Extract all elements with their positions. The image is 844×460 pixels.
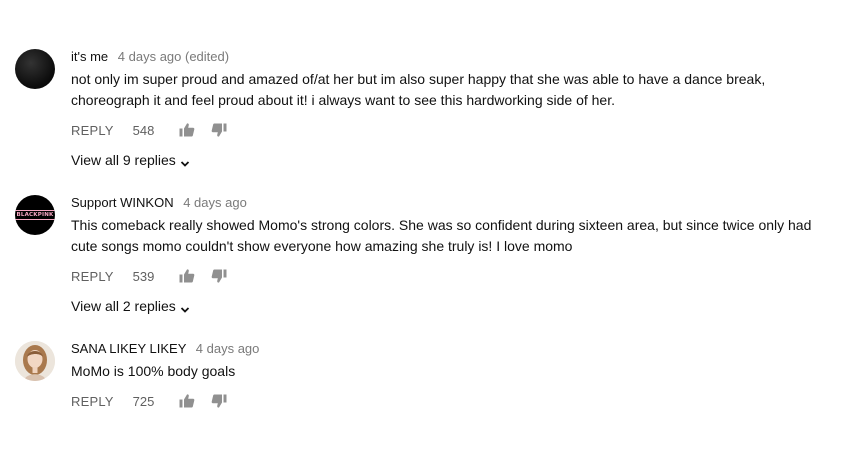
reply-button[interactable]: REPLY: [71, 123, 114, 138]
view-replies-label: View all 2 replies: [71, 298, 176, 314]
chevron-down-icon: [180, 155, 190, 167]
comment-text: MoMo is 100% body goals: [71, 363, 236, 379]
view-replies-button[interactable]: View all 9 replies: [71, 151, 190, 169]
view-replies-label: View all 9 replies: [71, 152, 176, 168]
thumbs-down-icon[interactable]: [211, 122, 227, 138]
author-name[interactable]: SANA LIKEY LIKEY: [71, 341, 186, 356]
comment-actions: REPLY 539: [71, 268, 831, 284]
avatar[interactable]: [15, 341, 55, 381]
like-count: 548: [132, 122, 155, 138]
avatar-logo: BLACKPINK: [15, 210, 55, 220]
comment-time[interactable]: 4 days ago: [183, 195, 247, 210]
thumbs-up-icon[interactable]: [179, 122, 195, 138]
view-replies-button[interactable]: View all 2 replies: [71, 297, 190, 315]
comment-actions: REPLY 725: [71, 393, 831, 409]
comment-header: SANA LIKEY LIKEY 4 days ago: [71, 341, 831, 357]
thumbs-down-icon[interactable]: [211, 393, 227, 409]
reply-button[interactable]: REPLY: [71, 269, 114, 284]
author-name[interactable]: Support WINKON: [71, 195, 174, 210]
comment-text: This comeback really showed Momo's stron…: [71, 217, 812, 254]
comment-body: it's me 4 days ago (edited) not only im …: [71, 49, 831, 170]
reply-button[interactable]: REPLY: [71, 394, 114, 409]
comment-body: SANA LIKEY LIKEY 4 days ago MoMo is 100%…: [71, 341, 831, 409]
thumbs-up-icon[interactable]: [179, 393, 195, 409]
comment-time[interactable]: 4 days ago (edited): [118, 49, 229, 64]
like-count: 725: [132, 393, 155, 409]
avatar[interactable]: BLACKPINK: [15, 195, 55, 235]
chevron-down-icon: [180, 301, 190, 313]
comment-body: Support WINKON 4 days ago This comeback …: [71, 195, 831, 316]
comment-actions: REPLY 548: [71, 122, 831, 138]
author-name[interactable]: it's me: [71, 49, 108, 64]
thumbs-down-icon[interactable]: [211, 268, 227, 284]
comment-text: not only im super proud and amazed of/at…: [71, 71, 766, 108]
comment-header: Support WINKON 4 days ago: [71, 195, 831, 211]
avatar[interactable]: [15, 49, 55, 89]
thumbs-up-icon[interactable]: [179, 268, 195, 284]
comment-time[interactable]: 4 days ago: [196, 341, 260, 356]
avatar-photo: [15, 341, 55, 381]
like-count: 539: [132, 268, 155, 284]
comment-header: it's me 4 days ago (edited): [71, 49, 831, 65]
